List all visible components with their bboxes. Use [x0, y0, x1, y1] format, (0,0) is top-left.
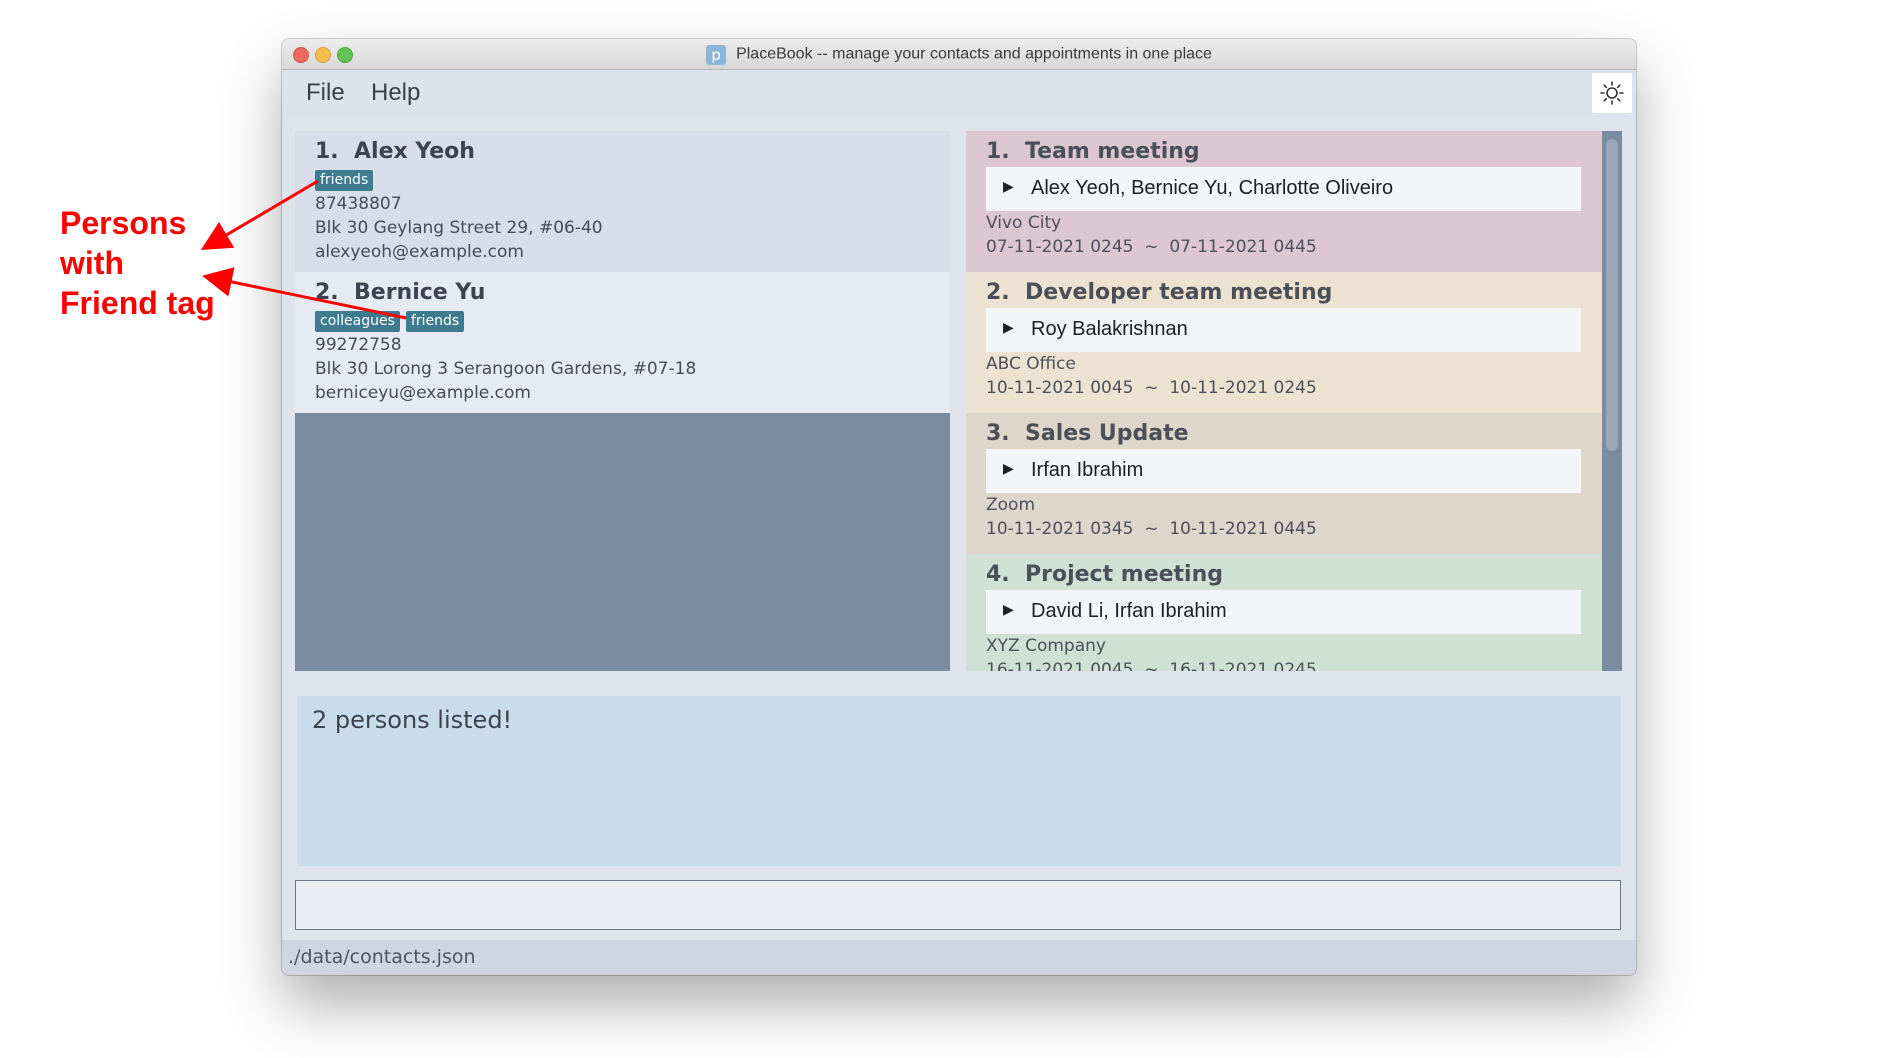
annotation-arrows [200, 179, 407, 320]
annotation-arrow [200, 179, 319, 251]
annotation-arrow [202, 267, 407, 320]
